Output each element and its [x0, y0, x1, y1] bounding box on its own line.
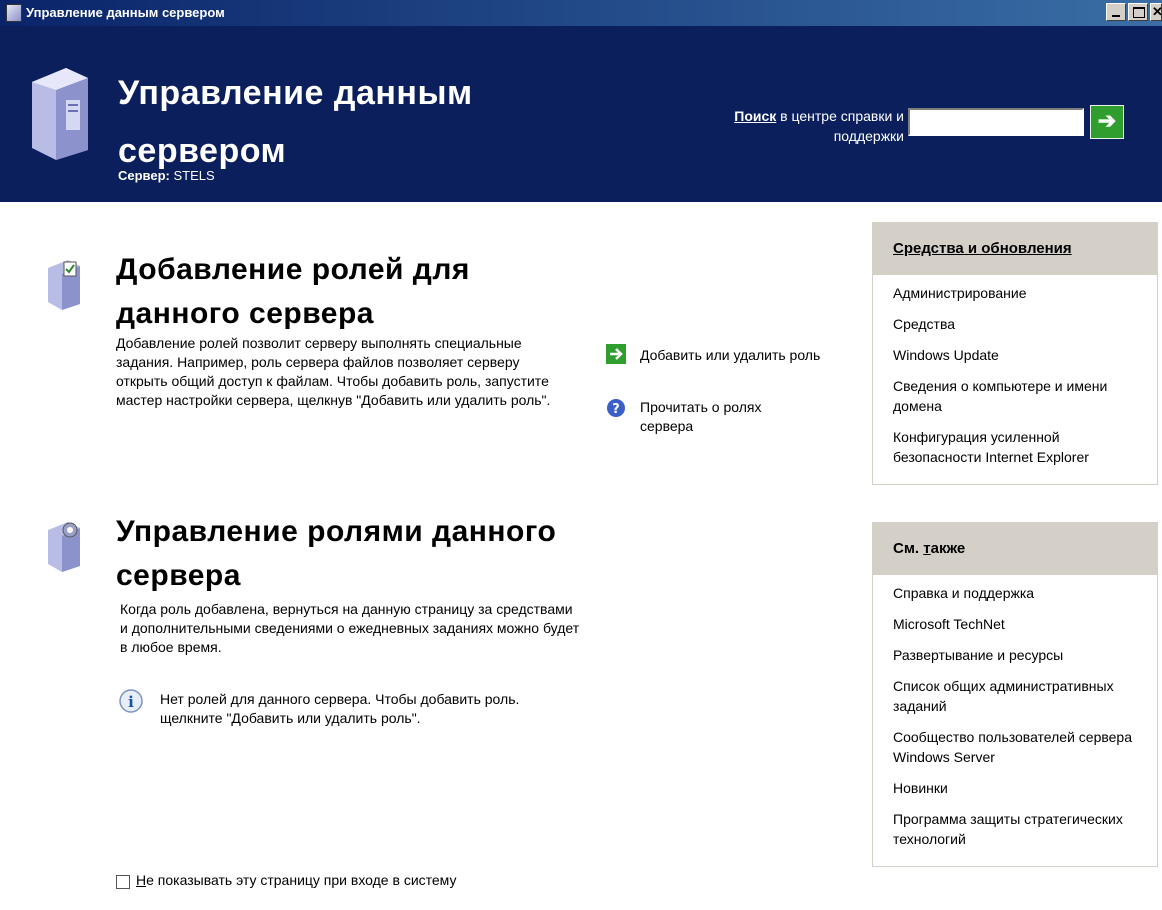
- search-go-button[interactable]: ➔: [1090, 105, 1124, 139]
- green-arrow-icon: [606, 344, 626, 364]
- see-also-item-deployment[interactable]: Развертывание и ресурсы: [893, 645, 1147, 665]
- read-about-roles-link[interactable]: Прочитать о ролях сервера: [640, 398, 810, 436]
- tools-panel: Средства и обновления Администрирование …: [872, 222, 1158, 485]
- tools-item-computer-info[interactable]: Сведения о компьютере и имени домена: [893, 376, 1147, 416]
- tools-item-windows-update[interactable]: Windows Update: [893, 345, 1147, 365]
- search-link[interactable]: Поиск: [734, 108, 776, 124]
- see-also-title-accel: т: [923, 540, 931, 557]
- search-label-text: в центре справки и поддержки: [776, 108, 904, 144]
- server-value: STELS: [173, 168, 215, 183]
- server-icon: [32, 68, 88, 160]
- page-title: Управление данным сервером: [118, 74, 473, 170]
- tools-item-tools[interactable]: Средства: [893, 314, 1147, 334]
- server-app-icon: [6, 4, 22, 22]
- server-name: Сервер: STELS: [118, 168, 215, 183]
- minimize-button[interactable]: [1106, 3, 1126, 21]
- tools-item-ie-security[interactable]: Конфигурация усиленной безопасности Inte…: [893, 427, 1147, 467]
- see-also-list: Справка и поддержка Microsoft TechNet Ра…: [873, 575, 1157, 866]
- search-input[interactable]: [908, 108, 1084, 136]
- see-also-item-whats-new[interactable]: Новинки: [893, 778, 1147, 798]
- add-role-icon: [48, 260, 80, 310]
- server-label: Сервер:: [118, 168, 170, 183]
- see-also-panel: См. также Справка и поддержка Microsoft …: [872, 522, 1158, 867]
- tools-item-admin[interactable]: Администрирование: [893, 283, 1147, 303]
- see-also-item-community[interactable]: Сообщество пользователей сервера Windows…: [893, 727, 1147, 767]
- dont-show-label-accel: Н: [136, 872, 147, 888]
- dont-show-label-text: е показывать эту страницу при входе в си…: [146, 872, 457, 888]
- manage-roles-description: Когда роль добавлена, вернуться на данну…: [120, 601, 580, 655]
- tools-panel-title-text: Средства и обновления: [893, 240, 1072, 257]
- add-remove-role-link[interactable]: Добавить или удалить роль: [640, 346, 830, 365]
- add-roles-description: Добавление ролей позволит серверу выполн…: [116, 335, 551, 408]
- no-roles-info: Нет ролей для данного сервера. Чтобы доб…: [160, 691, 520, 726]
- see-also-item-protection[interactable]: Программа защиты стратегических технолог…: [893, 809, 1147, 849]
- arrow-right-icon: ➔: [1097, 108, 1117, 133]
- add-roles-title: Добавление ролей для данного сервера: [116, 253, 470, 330]
- see-also-panel-title: См. также: [873, 523, 1157, 575]
- see-also-title-prefix: См.: [893, 540, 924, 557]
- svg-text:i: i: [128, 693, 134, 711]
- tools-panel-title: Средства и обновления: [873, 223, 1157, 275]
- window-controls: [1104, 3, 1162, 23]
- dont-show-checkbox[interactable]: [116, 875, 130, 889]
- dont-show-label[interactable]: Не показывать эту страницу при входе в с…: [136, 872, 456, 888]
- see-also-title-rest: акже: [930, 540, 966, 557]
- maximize-button[interactable]: [1128, 3, 1148, 21]
- tools-list: Администрирование Средства Windows Updat…: [873, 275, 1157, 484]
- info-icon: i: [119, 689, 143, 713]
- svg-text:?: ?: [612, 402, 620, 417]
- manage-roles-icon: [48, 522, 80, 572]
- search-label: Поиск в центре справки и поддержки: [670, 106, 904, 146]
- help-icon: ?: [607, 399, 625, 417]
- window-title: Управление данным сервером: [26, 5, 225, 20]
- see-also-item-admin-tasks[interactable]: Список общих административных заданий: [893, 676, 1147, 716]
- see-also-item-help[interactable]: Справка и поддержка: [893, 583, 1147, 603]
- page-header: Управление данным сервером Сервер: STELS…: [0, 26, 1162, 202]
- manage-roles-title: Управление ролями данного сервера: [116, 515, 557, 592]
- title-bar: Управление данным сервером: [0, 0, 1162, 26]
- see-also-item-technet[interactable]: Microsoft TechNet: [893, 614, 1147, 634]
- close-button[interactable]: [1150, 3, 1162, 21]
